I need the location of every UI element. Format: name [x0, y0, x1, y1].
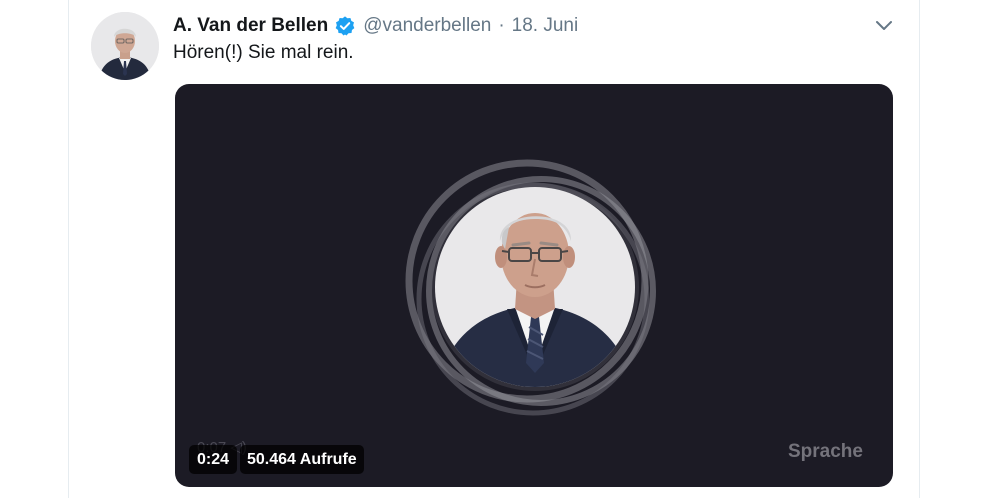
header-separator: ·	[498, 15, 505, 36]
tweet-date[interactable]: 18. Juni	[512, 15, 579, 37]
avatar-portrait	[91, 12, 159, 80]
chevron-down-icon[interactable]	[873, 14, 895, 36]
video-player[interactable]: 0:07 ◁) 0:24 50.464 Aufrufe Sprache	[175, 84, 893, 487]
elapsed-time-badge: 0:24	[189, 445, 238, 474]
verified-badge-icon	[334, 15, 356, 37]
avatar[interactable]	[91, 12, 159, 80]
author-name[interactable]: A. Van der Bellen	[173, 15, 328, 37]
tweet-text: Hören(!) Sie mal rein.	[173, 42, 354, 63]
page: A. Van der Bellen @vanderbellen · 18. Ju…	[0, 0, 996, 498]
tweet-header: A. Van der Bellen @vanderbellen · 18. Ju…	[173, 12, 578, 40]
author-handle[interactable]: @vanderbellen	[363, 15, 491, 37]
audio-portrait	[405, 159, 665, 419]
language-button[interactable]: Sprache	[788, 441, 863, 463]
view-count-badge: 50.464 Aufrufe	[240, 445, 364, 474]
